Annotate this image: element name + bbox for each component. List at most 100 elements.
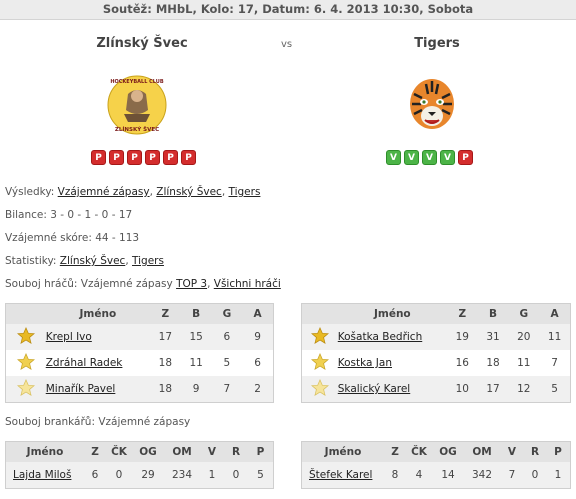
col-g: G (211, 304, 243, 324)
balance-label: Bilance: (5, 209, 47, 221)
away-team-name: Tigers (414, 36, 460, 51)
players-duel-label: Souboj hráčů: Vzájemné zápasy (5, 278, 173, 290)
away-players-table: Jméno Z B G A Košatka Bedřich 19 31 20 1… (301, 303, 571, 403)
col-r: R (224, 442, 248, 462)
goalies-duel-label: Souboj brankářů: Vzájemné zápasy (5, 416, 191, 428)
home-form: P P P P P P (91, 150, 196, 165)
home-players-table: Jméno Z B G A Krepl Ivo 17 15 6 9 Zdráha… (5, 303, 274, 403)
form-badge: V (440, 150, 455, 165)
col-og: OG (132, 442, 164, 462)
col-name: Jméno (45, 304, 150, 324)
stat-og: 14 (432, 462, 464, 488)
col-om: OM (164, 442, 200, 462)
stat-b: 18 (486, 357, 500, 369)
stat-a: 9 (242, 324, 273, 350)
stat-om: 234 (164, 462, 200, 488)
form-badge: P (91, 150, 106, 165)
col-og: OG (432, 442, 464, 462)
col-z: Z (149, 304, 181, 324)
goalie-link[interactable]: Štefek Karel (309, 469, 372, 481)
home-logo-bottom-text: ZLÍNSKÝ ŠVEC (115, 125, 159, 133)
home-goalie-table: Jméno Z ČK OG OM V R P Lajda Miloš 6 0 2… (5, 441, 274, 489)
col-ck: ČK (406, 442, 432, 462)
stat-p: 5 (248, 462, 273, 488)
col-name: Jméno (302, 442, 384, 462)
stat-ck: 0 (106, 462, 132, 488)
table-row: Štefek Karel 8 4 14 342 7 0 1 (302, 462, 570, 488)
table-row: Kostka Jan 16 18 11 7 (302, 350, 570, 376)
col-g: G (508, 304, 540, 324)
bronze-star-icon (310, 378, 329, 396)
balance-value: 3 - 0 - 1 - 0 - 17 (50, 209, 133, 221)
silver-star-icon (310, 352, 329, 370)
player-link[interactable]: Zdráhal Radek (46, 357, 123, 369)
silver-star-icon (16, 352, 35, 370)
stat-z: 16 (455, 357, 469, 369)
player-link[interactable]: Krepl Ivo (46, 331, 92, 343)
players-all-link[interactable]: Všichni hráči (214, 278, 281, 290)
stats-link-home[interactable]: Zlínský Švec (60, 255, 126, 267)
stat-a: 7 (551, 357, 558, 369)
col-b: B (180, 304, 212, 324)
gold-star-icon (310, 326, 329, 344)
col-p: P (248, 442, 273, 462)
form-badge: P (181, 150, 196, 165)
players-top3-link[interactable]: TOP 3 (176, 278, 207, 290)
col-a: A (539, 304, 570, 324)
stat-r: 0 (224, 462, 248, 488)
results-link-home[interactable]: Zlínský Švec (156, 186, 222, 198)
stat-z: 8 (384, 462, 406, 488)
home-team-logo: HOCKEYBALL CLUB ZLÍNSKÝ ŠVEC (107, 75, 167, 135)
col-om: OM (464, 442, 500, 462)
results-link-head-to-head[interactable]: Vzájemné zápasy (58, 186, 150, 198)
away-team-logo (410, 79, 454, 129)
col-name: Jméno (6, 442, 84, 462)
form-badge: P (145, 150, 160, 165)
match-header: Soutěž: MHbL, Kolo: 17, Datum: 6. 4. 201… (0, 0, 576, 20)
results-line: Výsledky: Vzájemné zápasy, Zlínský Švec,… (5, 186, 261, 198)
player-link[interactable]: Minařík Pavel (46, 383, 116, 395)
stats-label: Statistiky: (5, 255, 57, 267)
stat-a: 11 (539, 324, 570, 350)
goalie-link[interactable]: Lajda Miloš (13, 469, 71, 481)
form-badge: P (458, 150, 473, 165)
stat-g: 20 (508, 324, 540, 350)
col-v: V (500, 442, 524, 462)
results-link-away[interactable]: Tigers (229, 186, 261, 198)
form-badge: V (386, 150, 401, 165)
player-link[interactable]: Košatka Bedřich (338, 331, 422, 343)
stat-b: 17 (477, 376, 509, 402)
col-z: Z (84, 442, 106, 462)
players-duel-line: Souboj hráčů: Vzájemné zápasy TOP 3, Vši… (5, 278, 281, 290)
home-logo-top-text: HOCKEYBALL CLUB (110, 79, 164, 85)
away-goalie-table: Jméno Z ČK OG OM V R P Štefek Karel 8 4 … (301, 441, 571, 489)
stat-z: 19 (446, 324, 478, 350)
stat-g: 7 (211, 376, 243, 402)
col-z: Z (446, 304, 478, 324)
stat-a: 6 (254, 357, 261, 369)
col-v: V (200, 442, 224, 462)
stat-v: 1 (200, 462, 224, 488)
stat-og: 29 (132, 462, 164, 488)
player-link[interactable]: Kostka Jan (338, 357, 392, 369)
col-a: A (242, 304, 273, 324)
stat-z: 10 (446, 376, 478, 402)
stat-b: 31 (477, 324, 509, 350)
stat-z: 6 (84, 462, 106, 488)
col-p: P (546, 442, 570, 462)
player-link[interactable]: Skalický Karel (338, 383, 410, 395)
stats-line: Statistiky: Zlínský Švec, Tigers (5, 255, 164, 267)
form-badge: V (404, 150, 419, 165)
stat-g: 11 (517, 357, 531, 369)
stat-b: 9 (180, 376, 212, 402)
stat-b: 15 (180, 324, 212, 350)
form-badge: P (109, 150, 124, 165)
vs-label: vs (281, 39, 293, 50)
stat-r: 0 (524, 462, 546, 488)
home-team-name: Zlínský Švec (96, 36, 188, 51)
table-row: Skalický Karel 10 17 12 5 (302, 376, 570, 402)
stats-link-away[interactable]: Tigers (132, 255, 164, 267)
form-badge: P (163, 150, 178, 165)
col-ck: ČK (106, 442, 132, 462)
score-line: Vzájemné skóre: 44 - 113 (5, 232, 139, 244)
